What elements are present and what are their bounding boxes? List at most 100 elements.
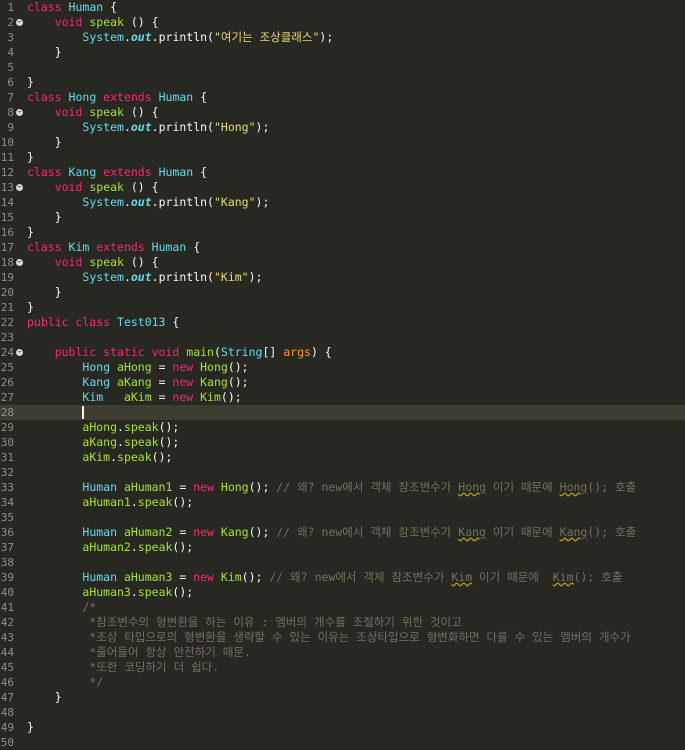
code-token: public static void [54, 345, 187, 359]
line-gutter: 3 [0, 30, 26, 45]
code-line[interactable]: 40 aHuman3.speak(); [0, 585, 685, 600]
code-token: } [27, 150, 34, 164]
code-token: . [151, 195, 159, 209]
code-line[interactable]: 28 [0, 405, 685, 420]
code-line[interactable]: 49} [0, 720, 685, 735]
code-line[interactable]: 5 [0, 60, 685, 75]
code-line[interactable]: 50 [0, 735, 685, 750]
line-gutter: 40 [0, 585, 26, 600]
code-line[interactable]: 45 *또한 코딩하기 더 쉽다. [0, 660, 685, 675]
code-text: public static void main(String[] args) { [27, 345, 332, 360]
code-line[interactable]: 32 [0, 465, 685, 480]
code-line[interactable]: 2− void speak () { [0, 15, 685, 30]
code-text: } [27, 210, 62, 225]
code-line[interactable]: 15 } [0, 210, 685, 225]
code-line[interactable]: 30 aKang.speak(); [0, 435, 685, 450]
code-line[interactable]: 36 Human aHuman2 = new Kang(); // 왜? new… [0, 525, 685, 540]
code-token: speak [123, 420, 159, 434]
code-line[interactable]: 14 System.out.println("Kang"); [0, 195, 685, 210]
code-token: = [151, 375, 173, 389]
code-line[interactable]: 44 *줄어들어 항상 안전하기 때문. [0, 645, 685, 660]
code-line[interactable]: 7 class Hong extends Human { [0, 90, 685, 105]
line-number: 41 [0, 601, 14, 614]
code-line[interactable]: 24− public static void main(String[] arg… [0, 345, 685, 360]
code-line[interactable]: 19 System.out.println("Kim"); [0, 270, 685, 285]
line-gutter: 30 [0, 435, 26, 450]
code-line[interactable]: 17 class Kim extends Human { [0, 240, 685, 255]
fold-toggle-icon[interactable]: − [16, 184, 23, 191]
fold-toggle-icon[interactable]: − [16, 349, 23, 356]
code-line[interactable]: 41 /* [0, 600, 685, 615]
code-token: } [27, 285, 62, 299]
line-gutter: 22 [0, 315, 26, 330]
code-line[interactable]: 37 aHuman2.speak(); [0, 540, 685, 555]
code-token: aKang [82, 435, 118, 449]
code-line[interactable]: 16} [0, 225, 685, 240]
fold-toggle-icon[interactable]: − [16, 109, 23, 116]
code-token: = [172, 570, 194, 584]
spellcheck-token: Hong [559, 480, 588, 494]
code-token: Hong [200, 360, 228, 374]
code-token: aHong [82, 420, 118, 434]
line-number: 16 [0, 226, 14, 239]
code-line[interactable]: 22 public class Test013 { [0, 315, 685, 330]
code-line[interactable]: 43 *조상 타입으로의 형변환을 생략할 수 있는 이유는 조상타입으로 형변… [0, 630, 685, 645]
code-line[interactable]: 4 } [0, 45, 685, 60]
code-line[interactable]: 29 aHong.speak(); [0, 420, 685, 435]
code-line[interactable]: 48 [0, 705, 685, 720]
code-token: . [123, 120, 131, 134]
code-token: [] [262, 345, 284, 359]
code-line[interactable]: 9 System.out.println("Hong"); [0, 120, 685, 135]
code-line[interactable]: 34 aHuman1.speak(); [0, 495, 685, 510]
code-line[interactable]: 47 } [0, 690, 685, 705]
code-line[interactable]: 1 class Human { [0, 0, 685, 15]
code-token: Kang [82, 375, 118, 389]
code-token: Human [158, 165, 194, 179]
code-line[interactable]: 11} [0, 150, 685, 165]
code-line[interactable]: 21} [0, 300, 685, 315]
code-token: aHuman1 [82, 495, 131, 509]
line-number: 13 [0, 181, 14, 194]
code-line[interactable]: 33 Human aHuman1 = new Hong(); // 왜? new… [0, 480, 685, 495]
code-line[interactable]: 39 Human aHuman3 = new Kim(); // 왜? new에… [0, 570, 685, 585]
code-text: class Human { [27, 0, 117, 15]
code-line[interactable]: 13− void speak () { [0, 180, 685, 195]
code-line[interactable]: 18− void speak () { [0, 255, 685, 270]
code-line[interactable]: 35 [0, 510, 685, 525]
code-line[interactable]: 38 [0, 555, 685, 570]
code-line[interactable]: 27 Kim aKim = new Kim(); [0, 390, 685, 405]
code-line[interactable]: 26 Kang aKang = new Kang(); [0, 375, 685, 390]
code-line[interactable]: 6} [0, 75, 685, 90]
code-token: { [165, 315, 180, 329]
code-token: . [117, 420, 124, 434]
code-line[interactable]: 8− void speak () { [0, 105, 685, 120]
code-token: out [130, 195, 152, 209]
code-token: aHong [117, 360, 152, 374]
line-gutter: 17 [0, 240, 26, 255]
code-token: aKim [123, 390, 152, 404]
fold-toggle-icon[interactable]: − [16, 259, 23, 266]
code-line[interactable]: 25 Hong aHong = new Hong(); [0, 360, 685, 375]
code-text: public class Test013 { [27, 315, 179, 330]
code-editor[interactable]: 1 class Human {2− void speak () {3 System… [0, 0, 685, 749]
code-line[interactable]: 46 */ [0, 675, 685, 690]
code-line[interactable]: 20 } [0, 285, 685, 300]
code-line[interactable]: 10 } [0, 135, 685, 150]
code-line[interactable]: 3 System.out.println("여기는 조상클래스"); [0, 30, 685, 45]
fold-toggle-icon[interactable]: − [16, 19, 23, 26]
line-gutter: 44 [0, 645, 26, 660]
code-token: { [193, 90, 208, 104]
code-token: (); [227, 360, 249, 374]
code-text: Hong aHong = new Hong(); [27, 360, 249, 375]
code-text: System.out.println("Kim"); [27, 270, 262, 285]
code-line[interactable]: 23 [0, 330, 685, 345]
code-line[interactable]: 31 aKim.speak(); [0, 450, 685, 465]
code-line[interactable]: 42 *참조변수의 형변환을 하는 이유 : 멤버의 개수를 조절하기 위한 것… [0, 615, 685, 630]
code-line[interactable]: 12 class Kang extends Human { [0, 165, 685, 180]
